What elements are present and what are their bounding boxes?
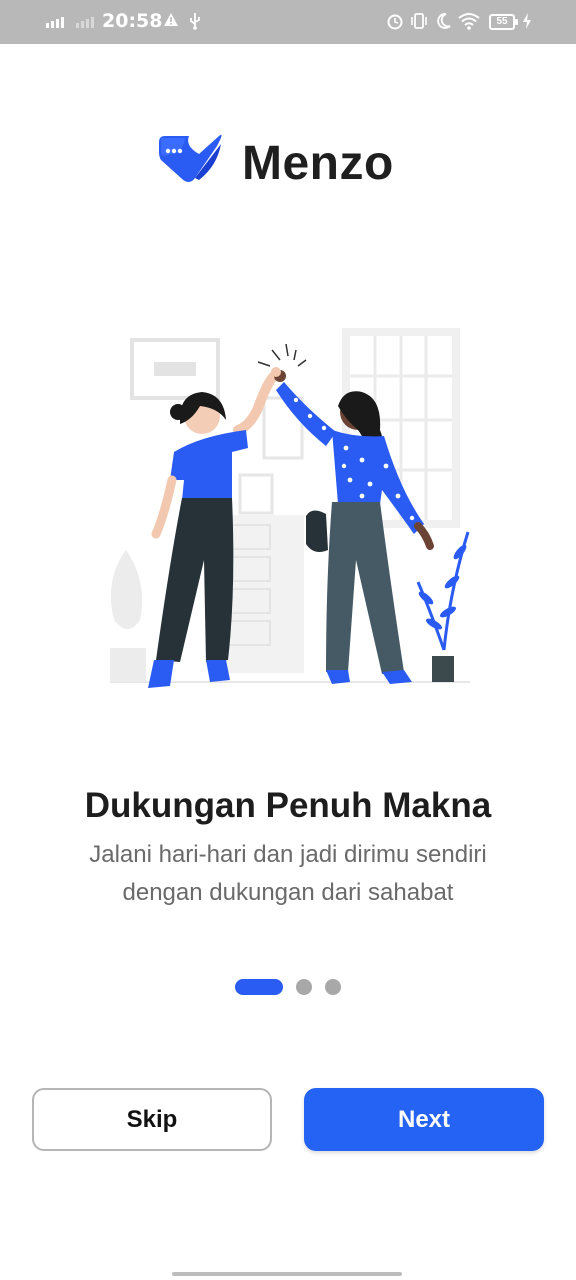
onboarding-title: Dukungan Penuh Makna — [84, 786, 492, 825]
vibrate-icon — [411, 13, 427, 29]
signal-weak-icon — [76, 17, 94, 28]
signal-icon — [46, 17, 64, 28]
alarm-icon — [387, 14, 403, 30]
usb-icon — [190, 13, 200, 30]
skip-button[interactable]: Skip — [32, 1088, 272, 1151]
next-button[interactable]: Next — [304, 1088, 544, 1151]
page-indicator — [0, 979, 576, 995]
page-dot-2[interactable] — [296, 979, 312, 995]
alert-icon — [164, 13, 178, 26]
status-bar: 20:58 55 — [0, 0, 576, 44]
do-not-disturb-icon — [437, 13, 451, 29]
page-dot-active[interactable] — [235, 979, 283, 995]
onboarding-subtitle: Jalani hari-hari dan jadi dirimu sendiri… — [40, 836, 536, 912]
brand-name: Menzo — [242, 137, 394, 190]
battery-icon: 55 — [489, 14, 518, 30]
subtitle-line-1: Jalani hari-hari dan jadi dirimu sendiri — [89, 841, 487, 868]
two-women-high-five-illustration — [110, 328, 470, 688]
charging-icon — [523, 13, 531, 29]
subtitle-line-2: dengan dukungan dari sahabat — [122, 879, 454, 906]
home-indicator[interactable] — [172, 1272, 402, 1276]
clock: 20:58 — [102, 10, 163, 32]
wifi-icon — [458, 13, 480, 30]
page-dot-3[interactable] — [325, 979, 341, 995]
